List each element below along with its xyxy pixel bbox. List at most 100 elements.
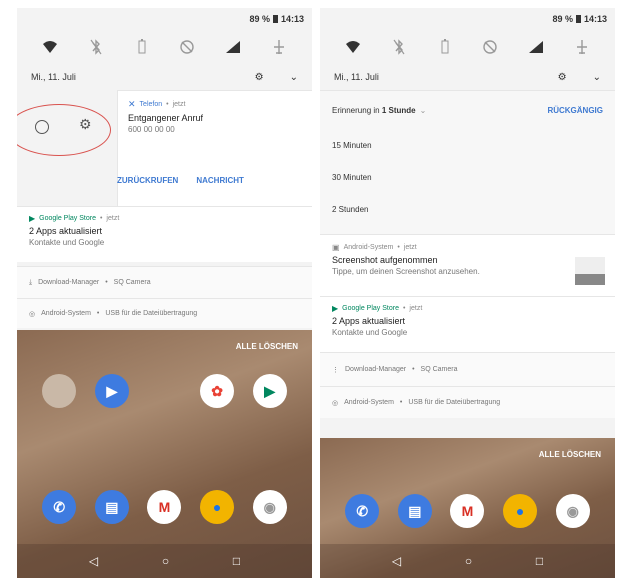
call-actions: ZURÜCKRUFEN NACHRICHT	[117, 176, 244, 185]
snooze-option-30[interactable]: 30 Minuten	[320, 161, 615, 193]
nav-bar: ◁ ○ □	[320, 544, 615, 578]
back-icon[interactable]: ◁	[89, 554, 98, 568]
battery-saver-icon[interactable]	[133, 38, 151, 56]
clear-all-button[interactable]: ALLE LÖSCHEN	[236, 342, 298, 351]
home-wallpaper: ALLE LÖSCHEN ✆ ▤ M ● ◉ ◁ ○ □	[320, 438, 615, 578]
dock-row: ✆ ▤ M ● ◉	[17, 490, 312, 524]
download-app-name: Download-Manager	[345, 366, 407, 373]
airplane-icon[interactable]	[270, 38, 288, 56]
nav-bar: ◁ ○ □	[17, 544, 312, 578]
snooze-panel: Erinnerung in 1 Stunde ⌄ RÜCKGÄNGIG 15 M…	[320, 90, 615, 234]
phone-app-icon[interactable]: ✆	[345, 494, 380, 528]
photos-icon[interactable]: ✿	[200, 374, 235, 408]
call-back-button[interactable]: ZURÜCKRUFEN	[117, 176, 178, 185]
play-app-name: Google Play Store	[39, 215, 96, 222]
screenshot-app-name: Android-System	[343, 244, 394, 251]
folder-icon[interactable]	[42, 374, 77, 408]
play-store-app-icon[interactable]: ▶	[252, 374, 287, 408]
gmail-app-icon[interactable]: M	[450, 494, 485, 528]
android-detail: USB für die Dateiübertragung	[408, 399, 501, 406]
snooze-icon[interactable]	[35, 120, 49, 134]
notification-settings-icon[interactable]: ⚙	[79, 116, 92, 133]
chrome-app-icon[interactable]: ●	[503, 494, 538, 528]
airplane-icon[interactable]	[573, 38, 591, 56]
play-subtitle: Kontakte und Google	[29, 238, 105, 247]
wifi-icon[interactable]	[41, 38, 59, 56]
play-notification[interactable]: ▶ Google Play Store • jetzt 2 Apps aktua…	[320, 296, 615, 352]
battery-text: 89 %	[249, 14, 270, 24]
message-button[interactable]: NACHRICHT	[196, 176, 244, 185]
chevron-down-icon[interactable]: ⌄	[593, 72, 601, 83]
top-app-row: ▶ ✿ ▶	[17, 374, 312, 408]
recents-icon[interactable]: □	[233, 554, 240, 568]
signal-icon[interactable]	[527, 38, 545, 56]
play-time: jetzt	[106, 215, 120, 222]
date-text: Mi., 11. Juli	[334, 72, 379, 82]
battery-saver-icon[interactable]	[436, 38, 454, 56]
camera-app-icon[interactable]: ◉	[555, 494, 590, 528]
android-icon: ◎	[332, 399, 339, 407]
chevron-down-icon[interactable]: ⌄	[290, 72, 298, 83]
dock-row: ✆ ▤ M ● ◉	[320, 494, 615, 528]
call-notification-row: ⚙ ✕ Telefon • jetzt Entgangener Anruf 60…	[17, 90, 312, 208]
screenshot-subtitle: Tippe, um deinen Screenshot anzusehen.	[332, 267, 480, 276]
call-app-name: Telefon	[139, 101, 163, 108]
clear-all-button[interactable]: ALLE LÖSCHEN	[539, 450, 601, 459]
phone-screen-left: 89 % 14:13 Mi., 11. Juli ⚙ ⌄ ⚙ ✕ Telefon…	[17, 8, 312, 578]
status-bar: 89 % 14:13	[17, 8, 312, 30]
gear-icon[interactable]: ⚙	[255, 72, 264, 83]
call-number: 600 00 00 00	[128, 125, 175, 134]
bluetooth-off-icon[interactable]	[390, 38, 408, 56]
bluetooth-off-icon[interactable]	[87, 38, 105, 56]
annotation-circle	[17, 104, 111, 156]
android-system-notification[interactable]: ◎ Android-System • USB für die Dateiüber…	[320, 386, 615, 418]
date-row: Mi., 11. Juli ⚙ ⌄	[17, 64, 312, 90]
android-detail: USB für die Dateiübertragung	[105, 310, 198, 317]
snooze-header: Erinnerung in 1 Stunde ⌄ RÜCKGÄNGIG	[320, 91, 615, 129]
screenshot-notification[interactable]: ▣ Android-System • jetzt Screenshot aufg…	[320, 234, 615, 296]
snooze-dropdown-icon[interactable]: ⌄	[420, 106, 427, 115]
download-manager-notification[interactable]: ⤓ Download-Manager • SQ Camera	[17, 266, 312, 298]
wifi-icon[interactable]	[344, 38, 362, 56]
play-notification[interactable]: ▶ Google Play Store • jetzt 2 Apps aktua…	[17, 206, 312, 262]
status-bar: 89 % 14:13	[320, 8, 615, 30]
messages-app-icon[interactable]: ▤	[94, 490, 129, 524]
android-app-name: Android-System	[344, 399, 394, 406]
clock-text: 14:13	[280, 14, 304, 24]
signal-icon[interactable]	[224, 38, 242, 56]
snooze-option-15[interactable]: 15 Minuten	[320, 129, 615, 161]
snooze-value[interactable]: 1 Stunde	[382, 106, 416, 115]
chrome-app-icon[interactable]: ●	[200, 490, 235, 524]
gear-icon[interactable]: ⚙	[558, 72, 567, 83]
phone-app-icon[interactable]: ✆	[42, 490, 77, 524]
dnd-icon[interactable]	[481, 38, 499, 56]
home-icon[interactable]: ○	[465, 554, 472, 568]
play-time: jetzt	[409, 305, 423, 312]
phone-screen-right: 89 % 14:13 Mi., 11. Juli ⚙ ⌄ Erinnerung …	[320, 8, 615, 578]
gmail-app-icon[interactable]: M	[147, 490, 182, 524]
play-subtitle: Kontakte und Google	[332, 328, 408, 337]
undo-button[interactable]: RÜCKGÄNGIG	[547, 106, 603, 115]
play-title: 2 Apps aktualisiert	[332, 316, 406, 326]
battery-icon	[272, 15, 278, 23]
messages-app-icon[interactable]: ▤	[397, 494, 432, 528]
back-icon[interactable]: ◁	[392, 554, 401, 568]
home-icon[interactable]: ○	[162, 554, 169, 568]
image-icon: ▣	[332, 243, 340, 252]
download-icon: ⤓	[29, 278, 33, 286]
recents-icon[interactable]: □	[536, 554, 543, 568]
dnd-icon[interactable]	[178, 38, 196, 56]
screenshot-title: Screenshot aufgenommen	[332, 255, 438, 265]
date-row: Mi., 11. Juli ⚙ ⌄	[320, 64, 615, 90]
home-wallpaper: ALLE LÖSCHEN ▶ ✿ ▶ ✆ ▤ M ● ◉ ◁ ○ □	[17, 330, 312, 578]
download-detail: SQ Camera	[420, 366, 458, 373]
play-store-icon: ▶	[29, 214, 36, 223]
download-manager-notification[interactable]: ⋮ Download-Manager • SQ Camera	[320, 352, 615, 386]
snooze-option-2h[interactable]: 2 Stunden	[320, 193, 615, 225]
camera-app-icon[interactable]: ◉	[252, 490, 287, 524]
duo-icon[interactable]: ▶	[94, 374, 129, 408]
play-title: 2 Apps aktualisiert	[29, 226, 103, 236]
clock-text: 14:13	[583, 14, 607, 24]
call-notification[interactable]: ✕ Telefon • jetzt Entgangener Anruf 600 …	[117, 90, 312, 208]
android-system-notification[interactable]: ◎ Android-System • USB für die Dateiüber…	[17, 298, 312, 328]
